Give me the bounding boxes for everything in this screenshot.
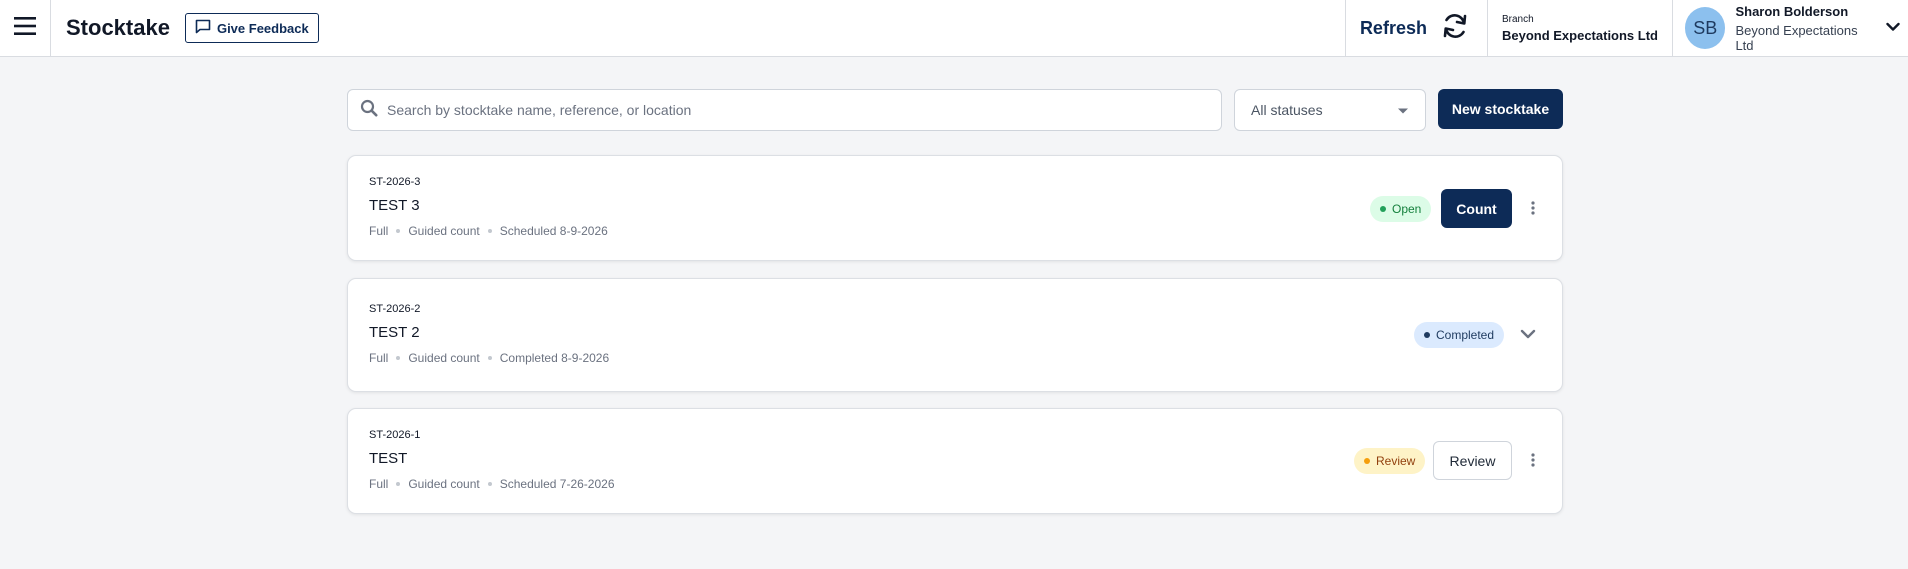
more-vertical-icon[interactable] — [1527, 198, 1539, 218]
search-box[interactable] — [347, 89, 1222, 131]
chevron-down-icon — [1886, 19, 1900, 37]
stocktake-reference: ST-2026-3 — [369, 176, 421, 188]
stocktake-toolbar: All statuses New stocktake — [347, 89, 1563, 131]
stocktake-name: TEST 2 — [369, 324, 420, 341]
stocktake-date: Scheduled 7-26-2026 — [499, 477, 615, 491]
top-bar: Stocktake Give Feedback Refresh Branch B… — [0, 0, 1908, 57]
stocktake-date: Completed 8-9-2026 — [499, 351, 610, 365]
separator-dot — [396, 482, 401, 486]
stocktake-method: Guided count — [408, 477, 480, 491]
status-label: Open — [1392, 202, 1422, 216]
status-filter-select[interactable]: All statuses — [1234, 89, 1426, 131]
stocktake-date: Scheduled 8-9-2026 — [499, 224, 608, 238]
header-right: Refresh Branch Beyond Expectations Ltd S… — [1344, 0, 1908, 56]
stocktake-reference: ST-2026-1 — [369, 429, 421, 441]
status-badge: Open — [1370, 196, 1432, 222]
status-dot — [1364, 458, 1370, 464]
new-stocktake-button[interactable]: New stocktake — [1438, 89, 1563, 129]
status-label: Review — [1376, 454, 1416, 468]
stocktake-scope: Full — [369, 351, 389, 365]
user-info: Sharon Bolderson Beyond Expectations Ltd — [1735, 4, 1874, 53]
user-name: Sharon Bolderson — [1735, 3, 1849, 19]
stocktake-scope: Full — [369, 224, 389, 238]
refresh-icon — [1441, 12, 1469, 45]
branch-name: Beyond Expectations Ltd — [1501, 27, 1658, 43]
separator-dot — [396, 229, 401, 233]
separator-dot — [487, 229, 492, 233]
hamburger-icon — [14, 16, 36, 40]
refresh-label: Refresh — [1359, 17, 1427, 38]
caret-down-icon — [1397, 102, 1409, 118]
stocktake-scope: Full — [369, 477, 389, 491]
stocktake-name: TEST — [369, 450, 408, 467]
avatar: SB — [1685, 7, 1726, 49]
status-dot — [1380, 206, 1386, 212]
refresh-button[interactable]: Refresh — [1344, 0, 1487, 56]
separator-dot — [487, 482, 492, 486]
branch-caption: Branch — [1501, 13, 1534, 25]
status-badge: Review — [1354, 448, 1426, 474]
stocktake-card[interactable]: ST-2026-1 TEST Full Guided count Schedul… — [347, 408, 1563, 514]
status-filter-value: All statuses — [1251, 102, 1323, 118]
stocktake-meta: Full Guided count Scheduled 8-9-2026 — [369, 224, 608, 238]
review-button[interactable]: Review — [1433, 441, 1512, 480]
stocktake-meta: Full Guided count Completed 8-9-2026 — [369, 351, 609, 365]
separator-dot — [487, 356, 492, 360]
stocktake-reference: ST-2026-2 — [369, 303, 421, 315]
stocktake-method: Guided count — [408, 224, 480, 238]
stocktake-meta: Full Guided count Scheduled 7-26-2026 — [369, 477, 615, 491]
stocktake-card[interactable]: ST-2026-2 TEST 2 Full Guided count Compl… — [347, 278, 1563, 392]
user-company: Beyond Expectations Ltd — [1735, 22, 1858, 53]
count-button[interactable]: Count — [1441, 189, 1512, 228]
status-label: Completed — [1436, 328, 1495, 342]
give-feedback-button[interactable]: Give Feedback — [184, 13, 319, 43]
search-input[interactable] — [387, 102, 1207, 118]
user-menu[interactable]: SB Sharon Bolderson Beyond Expectations … — [1672, 0, 1908, 56]
separator-dot — [396, 356, 401, 360]
page-title: Stocktake — [66, 15, 170, 40]
stocktake-name: TEST 3 — [369, 197, 420, 214]
branch-selector[interactable]: Branch Beyond Expectations Ltd — [1486, 0, 1672, 56]
more-vertical-icon[interactable] — [1527, 450, 1539, 470]
status-dot — [1424, 332, 1430, 338]
stocktake-method: Guided count — [408, 351, 480, 365]
stocktake-card[interactable]: ST-2026-3 TEST 3 Full Guided count Sched… — [347, 155, 1563, 261]
status-badge: Completed — [1414, 322, 1505, 348]
give-feedback-label: Give Feedback — [216, 20, 309, 36]
search-icon — [360, 99, 378, 122]
chevron-down-icon[interactable] — [1518, 324, 1538, 344]
chat-bubble-icon — [195, 19, 211, 37]
menu-button[interactable] — [0, 0, 51, 56]
